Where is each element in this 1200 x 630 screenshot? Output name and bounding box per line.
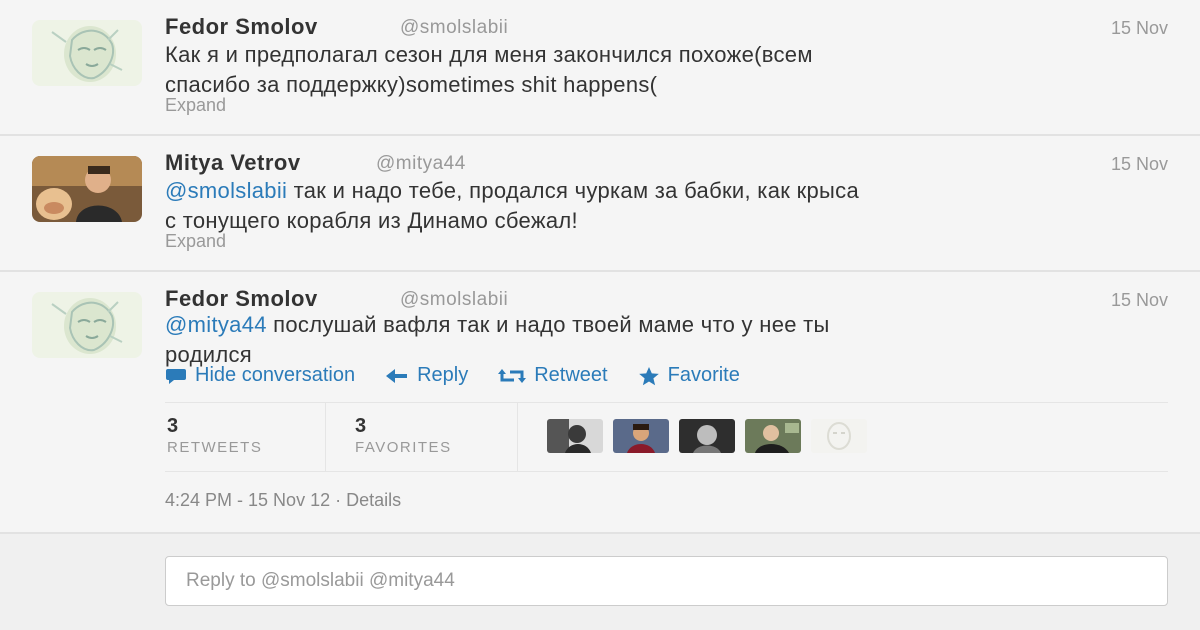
retweets-count: 3	[167, 415, 179, 437]
retweet-label: Retweet	[534, 364, 608, 386]
tweet-text: Как я и предполагал сезон для меня закон…	[165, 40, 1165, 100]
details-link[interactable]: Details	[346, 490, 401, 510]
favorites-label: FAVORITES	[355, 439, 452, 456]
timestamp-time[interactable]: 4:24 PM - 15 Nov 12	[165, 490, 330, 510]
user-name[interactable]: Fedor Smolov	[165, 286, 318, 312]
user-handle[interactable]: @smolslabii	[400, 17, 508, 39]
tweet-text: @smolslabii так и надо тебе, продался чу…	[165, 176, 1165, 236]
tweet-date[interactable]: 15 Nov	[1111, 290, 1168, 311]
favorite-button[interactable]: Favorite	[638, 364, 740, 387]
user-handle[interactable]: @smolslabii	[400, 289, 508, 311]
user-name[interactable]: Mitya Vetrov	[165, 150, 301, 176]
tweet-item[interactable]: Fedor Smolov @smolslabii 15 Nov Как я и …	[0, 0, 1200, 136]
favoriter-avatar[interactable]	[679, 419, 735, 453]
tweet-text-line: спасибо за поддержку)sometimes shit happ…	[165, 72, 658, 97]
user-name[interactable]: Fedor Smolov	[165, 14, 318, 40]
tweet-text-segment: послушай вафля так и надо твоей маме что…	[266, 312, 830, 337]
tweet-text-line: Как я и предполагал сезон для меня закон…	[165, 42, 813, 67]
tweet-text-line: с тонущего корабля из Динамо сбежал!	[165, 208, 578, 233]
favoriter-avatar[interactable]	[613, 419, 669, 453]
hide-conversation-button[interactable]: Hide conversation	[165, 364, 355, 387]
mention-link[interactable]: @smolslabii	[165, 178, 287, 203]
mention-link[interactable]: @mitya44	[165, 312, 267, 337]
reply-area: Reply to @smolslabii @mitya44	[0, 534, 1200, 630]
user-avatar[interactable]	[32, 156, 142, 222]
tweet-item[interactable]: Mitya Vetrov @mitya44 15 Nov @smolslabii…	[0, 136, 1200, 272]
favoriters-avatars	[547, 419, 867, 453]
tweet-actions: Hide conversation Reply Retweet Favorite	[165, 364, 740, 387]
tweet-date[interactable]: 15 Nov	[1111, 154, 1168, 175]
user-avatar[interactable]	[32, 20, 142, 86]
favoriter-avatar[interactable]	[745, 419, 801, 453]
tweet-text-segment: так и надо тебе, продался чуркам за бабк…	[287, 178, 859, 203]
favorites-stat[interactable]: 3 FAVORITES	[325, 403, 518, 471]
retweet-icon	[498, 368, 527, 384]
reply-input[interactable]: Reply to @smolslabii @mitya44	[165, 556, 1168, 606]
tweet-item-expanded[interactable]: Fedor Smolov @smolslabii 15 Nov @mitya44…	[0, 272, 1200, 534]
reply-button[interactable]: Reply	[385, 364, 468, 387]
reply-label: Reply	[417, 364, 469, 386]
tweet-text: @mitya44 послушай вафля так и надо твоей…	[165, 310, 1165, 370]
tweet-date[interactable]: 15 Nov	[1111, 18, 1168, 39]
retweets-label: RETWEETS	[167, 439, 263, 456]
favoriter-avatar[interactable]	[547, 419, 603, 453]
speech-bubble-icon	[165, 367, 187, 385]
favorite-label: Favorite	[667, 364, 740, 386]
tweet-timestamp: 4:24 PM - 15 Nov 12 · Details	[165, 490, 401, 511]
hide-conversation-label: Hide conversation	[195, 364, 356, 386]
tweet-text-line: @mitya44 послушай вафля так и надо твоей…	[165, 310, 1165, 340]
expand-link[interactable]: Expand	[165, 95, 226, 116]
favoriter-avatar[interactable]	[811, 419, 867, 453]
star-icon	[638, 366, 660, 386]
retweet-button[interactable]: Retweet	[498, 364, 608, 387]
tweet-stats: 3 RETWEETS 3 FAVORITES	[165, 402, 1168, 472]
reply-arrow-icon	[385, 368, 409, 384]
tweet-text-line: @smolslabii так и надо тебе, продался чу…	[165, 176, 1165, 206]
user-avatar[interactable]	[32, 292, 142, 358]
favorites-count: 3	[355, 415, 367, 437]
retweets-stat[interactable]: 3 RETWEETS	[165, 403, 326, 471]
expand-link[interactable]: Expand	[165, 231, 226, 252]
user-handle[interactable]: @mitya44	[376, 153, 466, 175]
timestamp-separator: ·	[330, 490, 347, 510]
